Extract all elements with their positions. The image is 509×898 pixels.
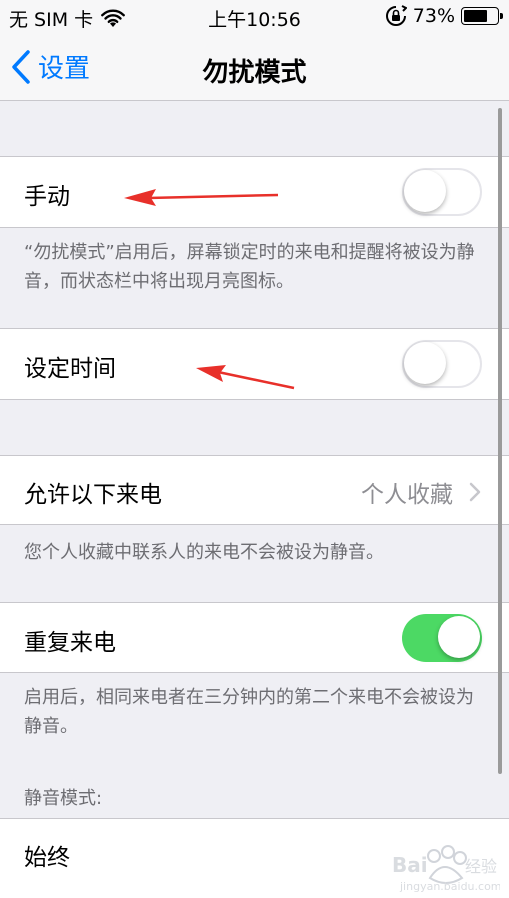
scheduled-toggle[interactable] xyxy=(402,340,482,388)
annotation-arrow-left xyxy=(124,189,279,206)
battery-fill xyxy=(464,10,488,22)
svg-text:jingyan.baidu.com: jingyan.baidu.com xyxy=(399,880,500,893)
battery-icon xyxy=(461,7,503,25)
repeated-calls-footer: 启用后，相同来电者在三分钟内的第二个来电不会被设为静音。 xyxy=(24,687,474,737)
chevron-right-icon xyxy=(469,482,481,502)
battery-cap xyxy=(500,13,503,19)
silence-section-header: 静音模式: xyxy=(24,788,103,809)
battery-percent: 73% xyxy=(412,5,455,27)
rotation-lock-icon xyxy=(385,5,407,26)
repeated-calls-label: 重复来电 xyxy=(24,630,116,656)
navigation-bar: 设置 勿扰模式 xyxy=(0,34,509,101)
repeated-calls-toggle[interactable] xyxy=(402,614,482,662)
manual-footer: “勿扰模式”启用后，屏幕锁定时的来电和提醒将被设为静音，而状态栏中将出现月亮图标… xyxy=(24,242,475,292)
allow-calls-footer: 您个人收藏中联系人的来电不会被设为静音。 xyxy=(24,542,384,563)
page-title: 勿扰模式 xyxy=(202,58,307,88)
status-right: 73% xyxy=(385,5,503,27)
allow-calls-value: 个人收藏 xyxy=(361,482,453,508)
toggle-knob xyxy=(438,616,480,658)
allow-calls-row[interactable]: 允许以下来电 个人收藏 xyxy=(0,455,509,525)
manual-label: 手动 xyxy=(24,184,70,210)
silence-always-label: 始终 xyxy=(24,845,70,871)
allow-calls-label: 允许以下来电 xyxy=(24,482,162,508)
toggle-knob xyxy=(404,170,446,212)
scrollbar[interactable] xyxy=(498,108,502,774)
annotation-arrow-left xyxy=(196,365,295,390)
baidu-watermark-logo: Bai 经验 jingyan.baidu.com xyxy=(392,845,500,893)
repeated-calls-row: 重复来电 xyxy=(0,602,509,673)
status-bar: 无 SIM 卡 上午10:56 73% xyxy=(0,0,509,34)
scheduled-label: 设定时间 xyxy=(24,356,116,382)
manual-toggle[interactable] xyxy=(402,168,482,216)
toggle-knob xyxy=(404,342,446,384)
svg-text:经验: 经验 xyxy=(465,857,497,876)
svg-text:Bai: Bai xyxy=(392,853,428,877)
